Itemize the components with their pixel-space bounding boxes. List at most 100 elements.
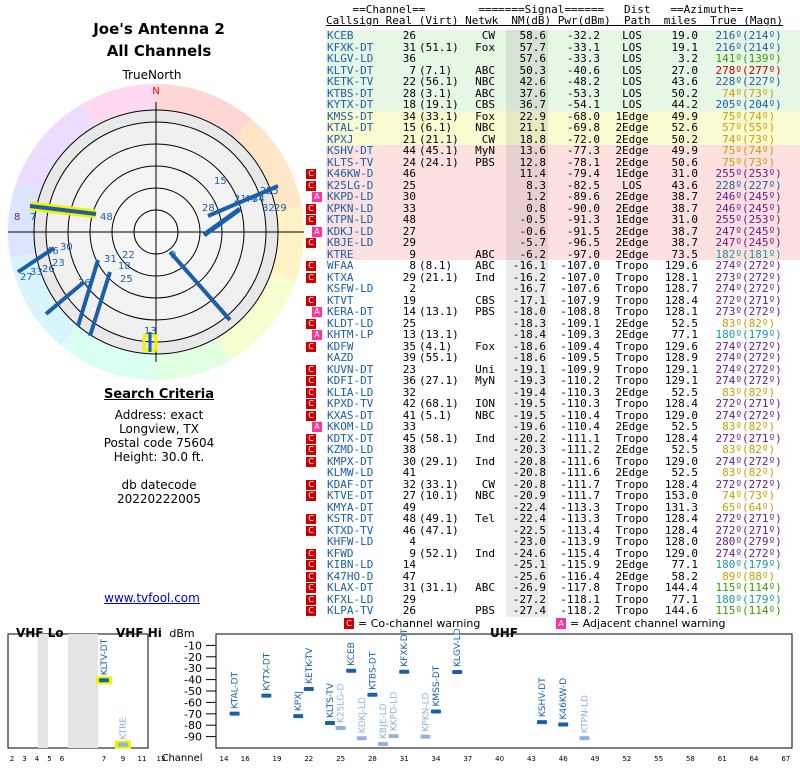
callsign[interactable]: KLPA-TV — [327, 605, 397, 617]
callsign[interactable]: KSFW-LD — [327, 283, 397, 295]
path: LOS — [622, 52, 642, 65]
report-title: Joe's Antenna 2 — [93, 20, 225, 38]
station-marker — [99, 678, 109, 683]
network: NBC — [475, 75, 495, 88]
azimuth-true: 255º — [715, 167, 743, 180]
station-label: KSHV-DT — [538, 677, 548, 717]
power: -118.2 — [560, 604, 600, 617]
callsign[interactable]: KETK-TV — [327, 76, 397, 88]
channel-tick: 9 — [121, 755, 125, 763]
co-channel-warning-icon: C — [306, 387, 316, 398]
channel-tick: 4 — [35, 755, 40, 763]
noise-margin: 11.4 — [519, 167, 547, 180]
callsign[interactable]: KYTX-DT — [327, 99, 397, 111]
search-criteria: Search Criteria Address: exact Longview,… — [0, 388, 318, 507]
azimuth-true: 280º — [715, 535, 743, 548]
power: -107.6 — [560, 282, 600, 295]
callsign[interactable]: KTVE-DT — [327, 490, 397, 502]
network: Tel — [475, 512, 495, 525]
callsign[interactable]: KERA-DT — [327, 306, 397, 318]
power: -32.2 — [566, 29, 600, 42]
real-channel: 13 — [402, 328, 416, 341]
distance: 3.2 — [678, 52, 698, 65]
azimuth-true: 83º — [722, 420, 742, 433]
polar-channel-label: 9 — [170, 250, 176, 261]
path: 2Edge — [615, 443, 649, 456]
callsign[interactable]: KLGV-LD — [327, 53, 397, 65]
noise-margin: -16.7 — [512, 282, 546, 295]
callsign[interactable]: KIBN-LD — [327, 559, 397, 571]
callsign[interactable]: KKPD-LD — [327, 191, 397, 203]
table-row: KYTX-DT 18 (19.1) CBS 36.7 -54.1 LOS 44.2 205º (2… — [306, 99, 800, 111]
channel-tick: 11 — [138, 755, 147, 763]
power: -110.2 — [560, 374, 600, 387]
distance: 52.5 — [671, 466, 699, 479]
polar-channel-label: 8 — [14, 212, 20, 223]
azimuth-true: 255º — [715, 213, 743, 226]
callsign[interactable]: KTPN-LD — [327, 214, 397, 226]
callsign[interactable]: KBJE-LD — [327, 237, 397, 249]
callsign[interactable]: KCEB — [327, 30, 397, 42]
noise-margin: -5.7 — [519, 236, 547, 249]
co-channel-warning-icon: C — [306, 215, 316, 225]
callsign[interactable]: KSTR-DT — [327, 513, 397, 525]
polar-channel-label: 26 — [42, 264, 55, 275]
compass-sector — [276, 232, 304, 258]
callsign[interactable]: KTAL-DT — [327, 122, 397, 134]
station-label: KLTS-TV — [326, 682, 336, 718]
virtual-channel: (13.1) — [419, 328, 459, 341]
network: PBS — [475, 604, 495, 617]
station-label: KTBS-DT — [368, 651, 378, 690]
network: Fox — [475, 339, 495, 353]
callsign[interactable]: KKOM-LD — [327, 421, 397, 433]
callsign[interactable]: KHFW-LD — [327, 536, 397, 548]
noise-margin: -18.6 — [512, 351, 546, 364]
callsign[interactable]: KPXD-TV — [327, 398, 397, 410]
callsign[interactable]: KZMD-LD — [327, 444, 397, 456]
distance: 31.0 — [671, 213, 699, 226]
co-channel-warning-icon: C — [306, 295, 316, 306]
polar-channel-label: 15 — [214, 176, 227, 187]
path: 2Edge — [615, 144, 649, 157]
azimuth-true: 274º — [715, 282, 743, 295]
noise-margin: -16.1 — [512, 259, 546, 272]
callsign[interactable]: KAZD — [327, 352, 397, 364]
azimuth-magnetic: (245º) — [742, 190, 782, 203]
azimuth-magnetic: (271º) — [742, 397, 782, 410]
station-label: KPXJ — [294, 691, 304, 711]
table-row: C KLAX-DT 31 (31.1) ABC -26.9 -117.8 Tropo 144.4… — [306, 582, 800, 594]
callsign[interactable]: KHTM-LP — [327, 329, 397, 341]
real-channel: 2 — [409, 282, 416, 295]
left-panel: Joe's Antenna 2 All Channels TrueNorth N — [0, 0, 318, 620]
spectrum-chart: VHF Lo VHF Hi UHFdBm-10-20-30-40-50-60-70-… — [7, 628, 793, 764]
polar-channel-label: 29 — [274, 203, 287, 214]
channel-tick: 25 — [336, 755, 345, 763]
real-channel: 46 — [402, 167, 416, 180]
callsign[interactable]: K46KW-D — [327, 168, 397, 180]
callsign[interactable]: KLAX-DT — [327, 582, 397, 594]
channel-tick: 19 — [273, 755, 282, 763]
postal-line: Postal code 75604 — [103, 436, 215, 450]
callsign[interactable]: WFAA — [327, 260, 397, 272]
azimuth-true: 272º — [715, 397, 743, 410]
azimuth-magnetic: (271º) — [742, 512, 782, 525]
path: Tropo — [615, 351, 649, 364]
table-row: KCEB 26 CW 58.6 -32.2 LOS 19.0 216º (214º) — [306, 30, 800, 42]
station-label: KYTX-DT — [262, 652, 272, 690]
virtual-channel: (52.1) — [419, 546, 459, 560]
station-label: KMSS-DT — [432, 665, 442, 706]
table-row: C KZMD-LD 38 -20.3 -111.2 2Edge 52.5 83º (82º) — [306, 444, 800, 456]
azimuth-true: 247º — [715, 236, 743, 249]
station-label: KFXK-DT — [400, 628, 410, 666]
power: -107.0 — [560, 259, 600, 272]
table-row: KSHV-DT 44 (45.1) MyN 13.6 -77.3 2Edge 49.9 75º(… — [306, 145, 800, 157]
callsign[interactable]: KSHV-DT — [327, 145, 397, 157]
tvfool-link[interactable]: www.tvfool.com — [0, 591, 304, 605]
azimuth-true: 74º — [722, 489, 742, 502]
station-label: KKPD-LD — [390, 692, 400, 731]
callsign[interactable]: KDFI-DT — [327, 375, 397, 387]
station-marker — [118, 742, 128, 747]
callsign[interactable]: KLMW-LD — [327, 467, 397, 479]
power: -111.2 — [560, 443, 600, 456]
noise-margin: -19.5 — [512, 397, 546, 410]
